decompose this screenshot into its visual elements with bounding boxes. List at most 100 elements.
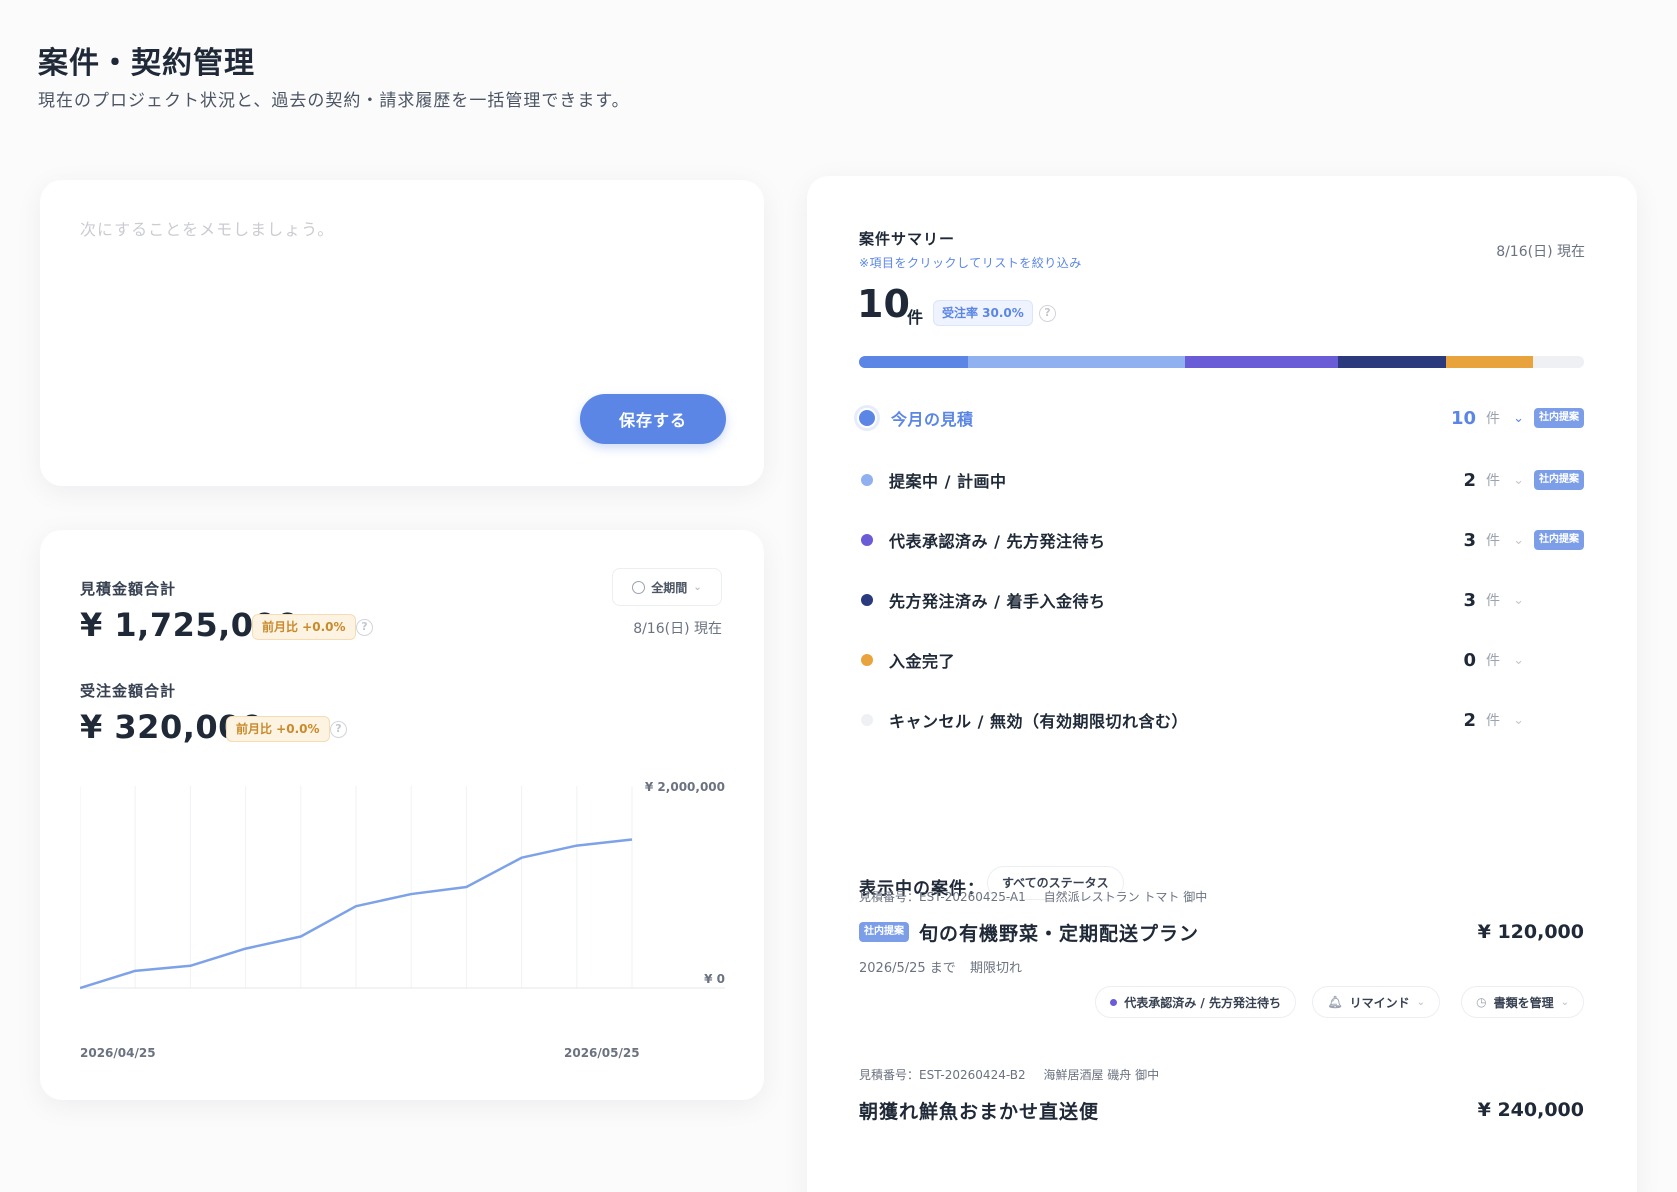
estimate-help-icon[interactable]: ? [356,619,373,636]
summary-hint: ※項目をクリックしてリストを絞り込み [859,256,1082,270]
status-pill[interactable]: 代表承認済み / 先方発注待ち [1095,986,1296,1018]
client-name: 自然派レストラン トマト 御中 [1043,890,1208,904]
bell-icon: 🔔︎ [1327,995,1343,1009]
status-count: 2 [1463,469,1476,491]
estimate-number: 見積番号：EST-20260425-A1 [859,890,1026,904]
status-count-unit: 件 [1486,653,1500,669]
status-row[interactable]: 代表承認済み / 先方発注待ち 3 件 ⌄ 社内提案 [859,520,1584,560]
status-row[interactable]: 先方発注済み / 着手入金待ち 3 件 ⌄ [859,580,1584,620]
chevron-down-icon[interactable]: ⌄ [1513,593,1524,608]
status-count: 2 [1463,709,1476,731]
summary-card: 案件サマリー ※項目をクリックしてリストを絞り込み 8/16(日) 現在 10 … [807,176,1637,1192]
stacked-bar-segment [1446,356,1534,368]
internal-proposal-tag: 社内提案 [1534,470,1584,490]
deal-meta: 見積番号：EST-20260424-B2 海鮮居酒屋 磯舟 御中 [859,1066,1584,1083]
status-dot-icon [861,594,873,606]
status-row[interactable]: 今月の見積 10 件 ⌄ 社内提案 [854,398,1584,438]
remind-label: リマインド [1349,995,1410,1010]
due-status: 期限切れ [969,961,1022,976]
chevron-down-icon[interactable]: ⌄ [1513,411,1524,426]
status-label: 先方発注済み / 着手入金待ち [889,592,1106,611]
order-help-icon[interactable]: ? [330,721,347,738]
chevron-down-icon[interactable]: ⌄ [1513,473,1524,488]
estimate-number: 見積番号：EST-20260424-B2 [859,1068,1026,1082]
stacked-bar-segment [859,356,968,368]
status-count: 10 [1450,407,1476,429]
status-label: 代表承認済み / 先方発注待ち [889,532,1106,551]
status-row[interactable]: キャンセル / 無効（有効期限切れ含む） 2 件 ⌄ [859,700,1584,740]
internal-proposal-tag: 社内提案 [1534,408,1584,428]
period-select-label: 全期間 [651,580,688,595]
status-label: 今月の見積 [891,410,974,429]
status-count-unit: 件 [1486,713,1500,729]
chevron-down-icon[interactable]: ⌄ [1513,713,1524,728]
order-rate-badge: 受注率 30.0% [933,300,1033,326]
total-count: 10 [857,282,910,326]
manage-documents-label: 書類を管理 [1493,995,1554,1010]
status-dot-icon [861,474,873,486]
page-title: 案件・契約管理 [38,46,255,81]
page-subtitle: 現在のプロジェクト状況と、過去の契約・請求履歴を一括管理できます。 [38,91,630,111]
chevron-down-icon: ⌄ [1416,996,1425,1008]
status-label: 提案中 / 計画中 [889,472,1007,491]
deal-due: 2026/5/25 まで 期限切れ [859,957,1584,976]
remind-button[interactable]: 🔔︎ リマインド ⌄ [1312,986,1440,1018]
internal-proposal-tag: 社内提案 [859,922,909,942]
deal-meta: 見積番号：EST-20260425-A1 自然派レストラン トマト 御中 [859,888,1584,905]
chevron-down-icon[interactable]: ⌄ [1513,533,1524,548]
amount-stats-card: 見積金額合計 ¥ 1,725,000 前月比 +0.0% ? 全期間 ⌄ 8/1… [40,530,764,1100]
due-date: 2026/5/25 まで [859,961,956,976]
order-total-label: 受注金額合計 [80,682,177,700]
deal-item[interactable]: 見積番号：EST-20260425-A1 自然派レストラン トマト 御中 社内提… [859,888,1584,1020]
memo-card: 保存する [40,180,764,486]
stacked-bar-segment [1533,356,1584,368]
clock-icon: ◷ [1476,995,1487,1009]
chevron-down-icon: ⌄ [693,581,702,593]
rate-help-icon[interactable]: ? [1039,305,1056,322]
status-count: 3 [1463,529,1476,551]
status-dot-icon [861,714,873,726]
status-count-unit: 件 [1486,593,1500,609]
client-name: 海鮮居酒屋 磯舟 御中 [1043,1068,1160,1082]
order-mom-badge: 前月比 +0.0% [226,716,330,742]
status-dot-icon [861,534,873,546]
save-button[interactable]: 保存する [580,394,726,444]
estimate-total-label: 見積金額合計 [80,580,177,598]
deal-amount: ¥ 120,000 [1477,921,1584,943]
status-row[interactable]: 提案中 / 計画中 2 件 ⌄ 社内提案 [859,460,1584,500]
amount-line-chart: ¥ 2,000,000 ¥ 0 2026/04/25 2026/05/25 [80,780,725,1060]
stacked-bar-segment [1337,356,1447,368]
deal-item[interactable]: 見積番号：EST-20260424-B2 海鮮居酒屋 磯舟 御中 朝獲れ鮮魚おま… [859,1066,1584,1127]
status-label: 入金完了 [889,652,956,671]
clock-icon [632,580,646,594]
x-tick-start: 2026/04/25 [80,1046,156,1060]
stats-as-of: 8/16(日) 現在 [633,621,722,637]
status-count: 3 [1463,589,1476,611]
y-tick-top: ¥ 2,000,000 [644,780,725,794]
deal-title[interactable]: 旬の有機野菜・定期配送プラン [919,919,1199,946]
x-tick-end: 2026/05/25 [564,1046,640,1060]
status-dot-icon [1110,998,1118,1006]
status-pill-label: 代表承認済み / 先方発注待ち [1124,995,1281,1010]
summary-title: 案件サマリー [859,230,956,248]
chevron-down-icon[interactable]: ⌄ [1513,653,1524,668]
stacked-bar-segment [1185,356,1338,368]
deal-title[interactable]: 朝獲れ鮮魚おまかせ直送便 [859,1097,1099,1124]
manage-documents-button[interactable]: ◷ 書類を管理 ⌄ [1461,986,1584,1018]
stacked-bar-segment [967,356,1186,368]
total-count-unit: 件 [907,308,924,327]
y-tick-bottom: ¥ 0 [704,972,725,986]
memo-input[interactable] [80,216,720,376]
status-dot-icon [861,654,873,666]
status-row[interactable]: 入金完了 0 件 ⌄ [859,640,1584,680]
estimate-mom-badge: 前月比 +0.0% [252,614,356,640]
deal-amount: ¥ 240,000 [1477,1099,1584,1121]
status-count: 0 [1463,649,1476,671]
period-select[interactable]: 全期間 ⌄ [612,568,722,606]
internal-proposal-tag: 社内提案 [1534,530,1584,550]
chart-plot [80,786,725,990]
summary-as-of: 8/16(日) 現在 [1496,244,1585,260]
status-stacked-bar [859,356,1584,368]
status-count-unit: 件 [1486,411,1500,427]
status-count-unit: 件 [1486,473,1500,489]
